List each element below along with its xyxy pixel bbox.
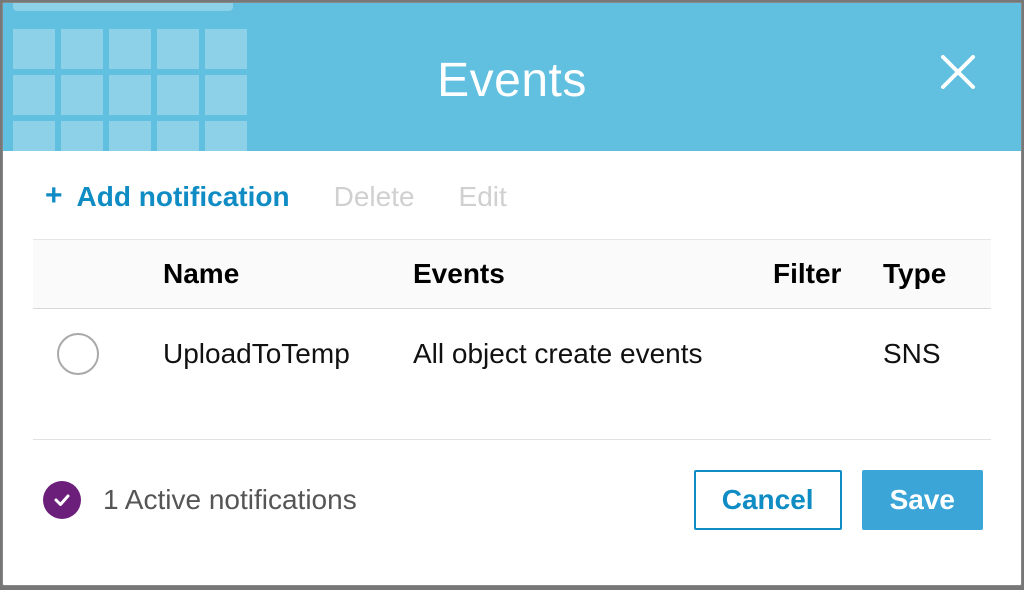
column-header-type: Type — [883, 258, 991, 290]
cancel-button[interactable]: Cancel — [694, 470, 842, 530]
plus-icon: + — [45, 181, 63, 211]
dialog-header: Events — [3, 3, 1021, 151]
status-badge — [43, 481, 81, 519]
delete-button: Delete — [334, 181, 415, 213]
calendar-bg-icon — [3, 3, 273, 151]
close-icon — [938, 52, 978, 92]
table-header-row: Name Events Filter Type — [33, 239, 991, 309]
column-header-filter: Filter — [773, 258, 883, 290]
column-header-name: Name — [163, 258, 413, 290]
column-header-events: Events — [413, 258, 773, 290]
status-text: 1 Active notifications — [103, 484, 357, 516]
add-notification-button[interactable]: + Add notification — [45, 181, 290, 213]
dialog-body: + Add notification Delete Edit Name Even… — [3, 151, 1021, 585]
cell-name: UploadToTemp — [163, 338, 413, 370]
row-select-radio[interactable] — [57, 333, 99, 375]
events-dialog: Events + Add notification Delete Edit Na… — [2, 2, 1022, 586]
check-icon — [52, 490, 72, 510]
add-notification-label: Add notification — [77, 181, 290, 213]
dialog-footer: 1 Active notifications Cancel Save — [33, 440, 991, 556]
table-body: UploadToTemp All object create events SN… — [33, 309, 991, 399]
save-button[interactable]: Save — [862, 470, 983, 530]
close-button[interactable] — [931, 45, 985, 99]
table-row: UploadToTemp All object create events SN… — [33, 309, 991, 399]
actions-row: + Add notification Delete Edit — [33, 151, 991, 239]
dialog-title: Events — [437, 53, 587, 108]
notifications-table: Name Events Filter Type UploadToTemp All… — [33, 239, 991, 399]
edit-button: Edit — [459, 181, 507, 213]
cell-type: SNS — [883, 338, 991, 370]
cell-events: All object create events — [413, 338, 773, 370]
